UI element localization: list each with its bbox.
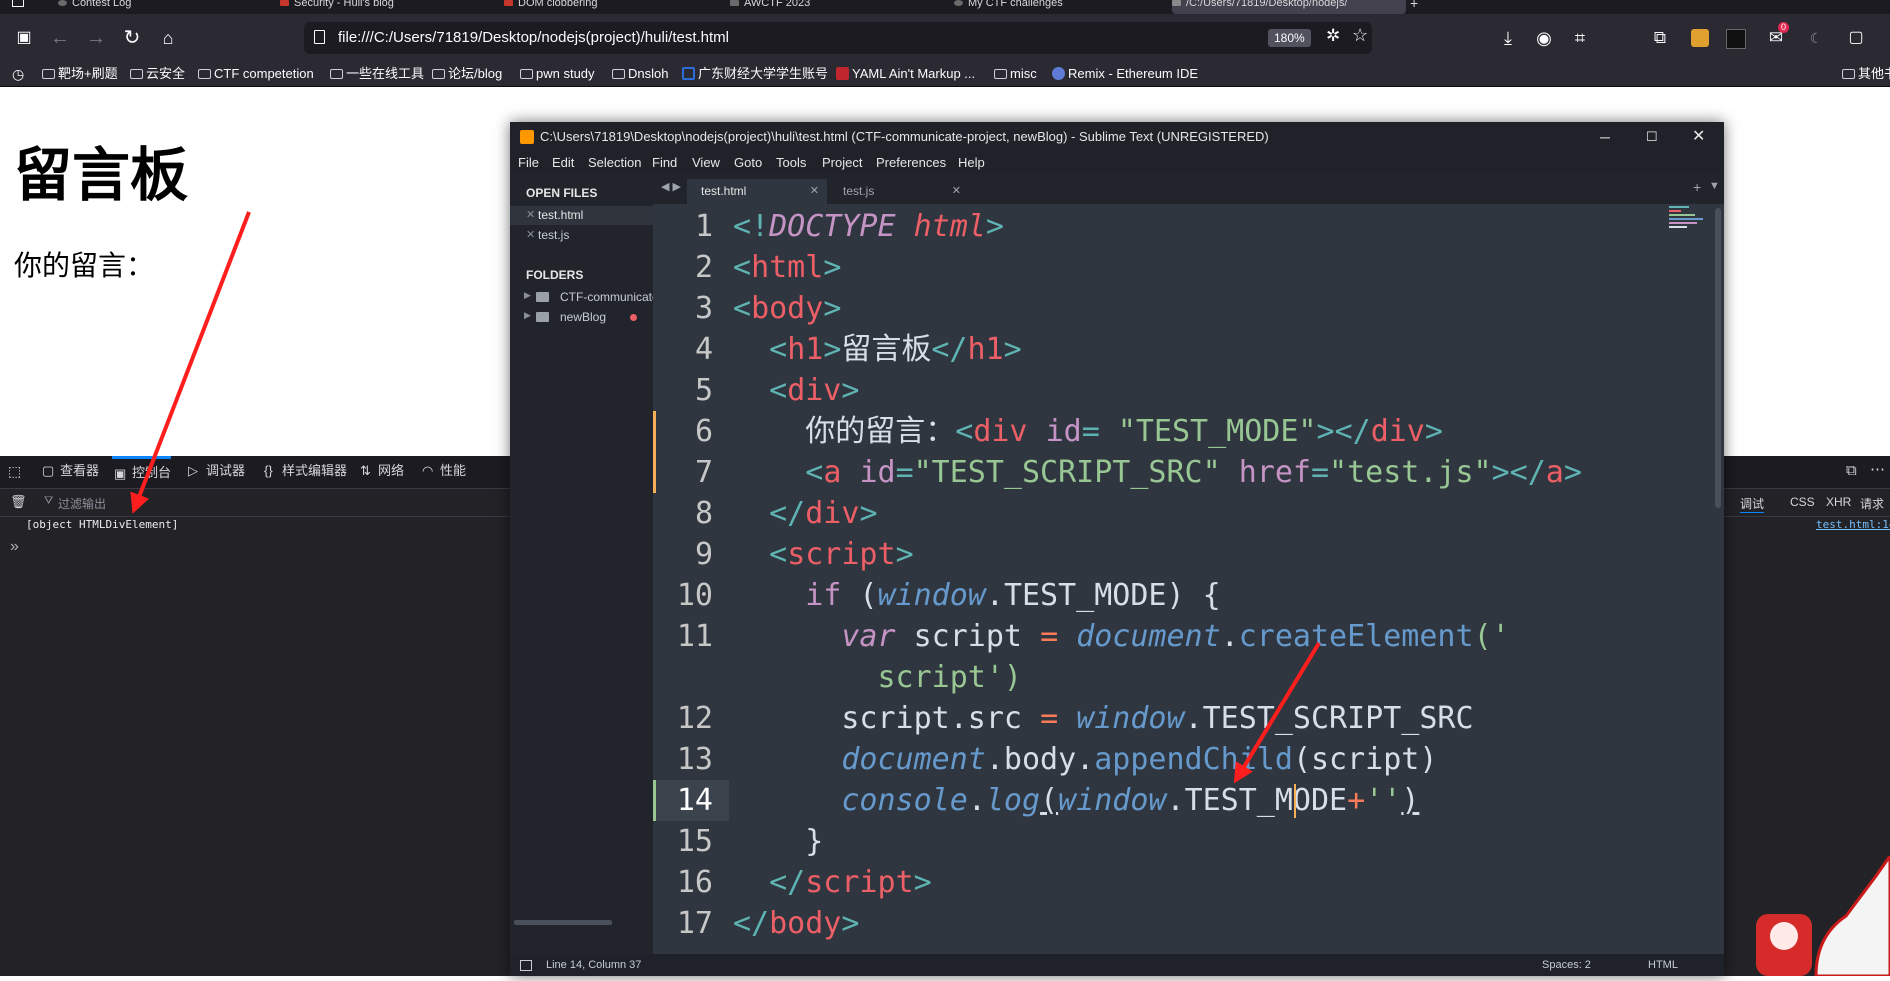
- annotation-arrow: [130, 211, 251, 514]
- annotation-overlay: [130, 211, 1321, 784]
- annotation-arrow: [1233, 641, 1321, 784]
